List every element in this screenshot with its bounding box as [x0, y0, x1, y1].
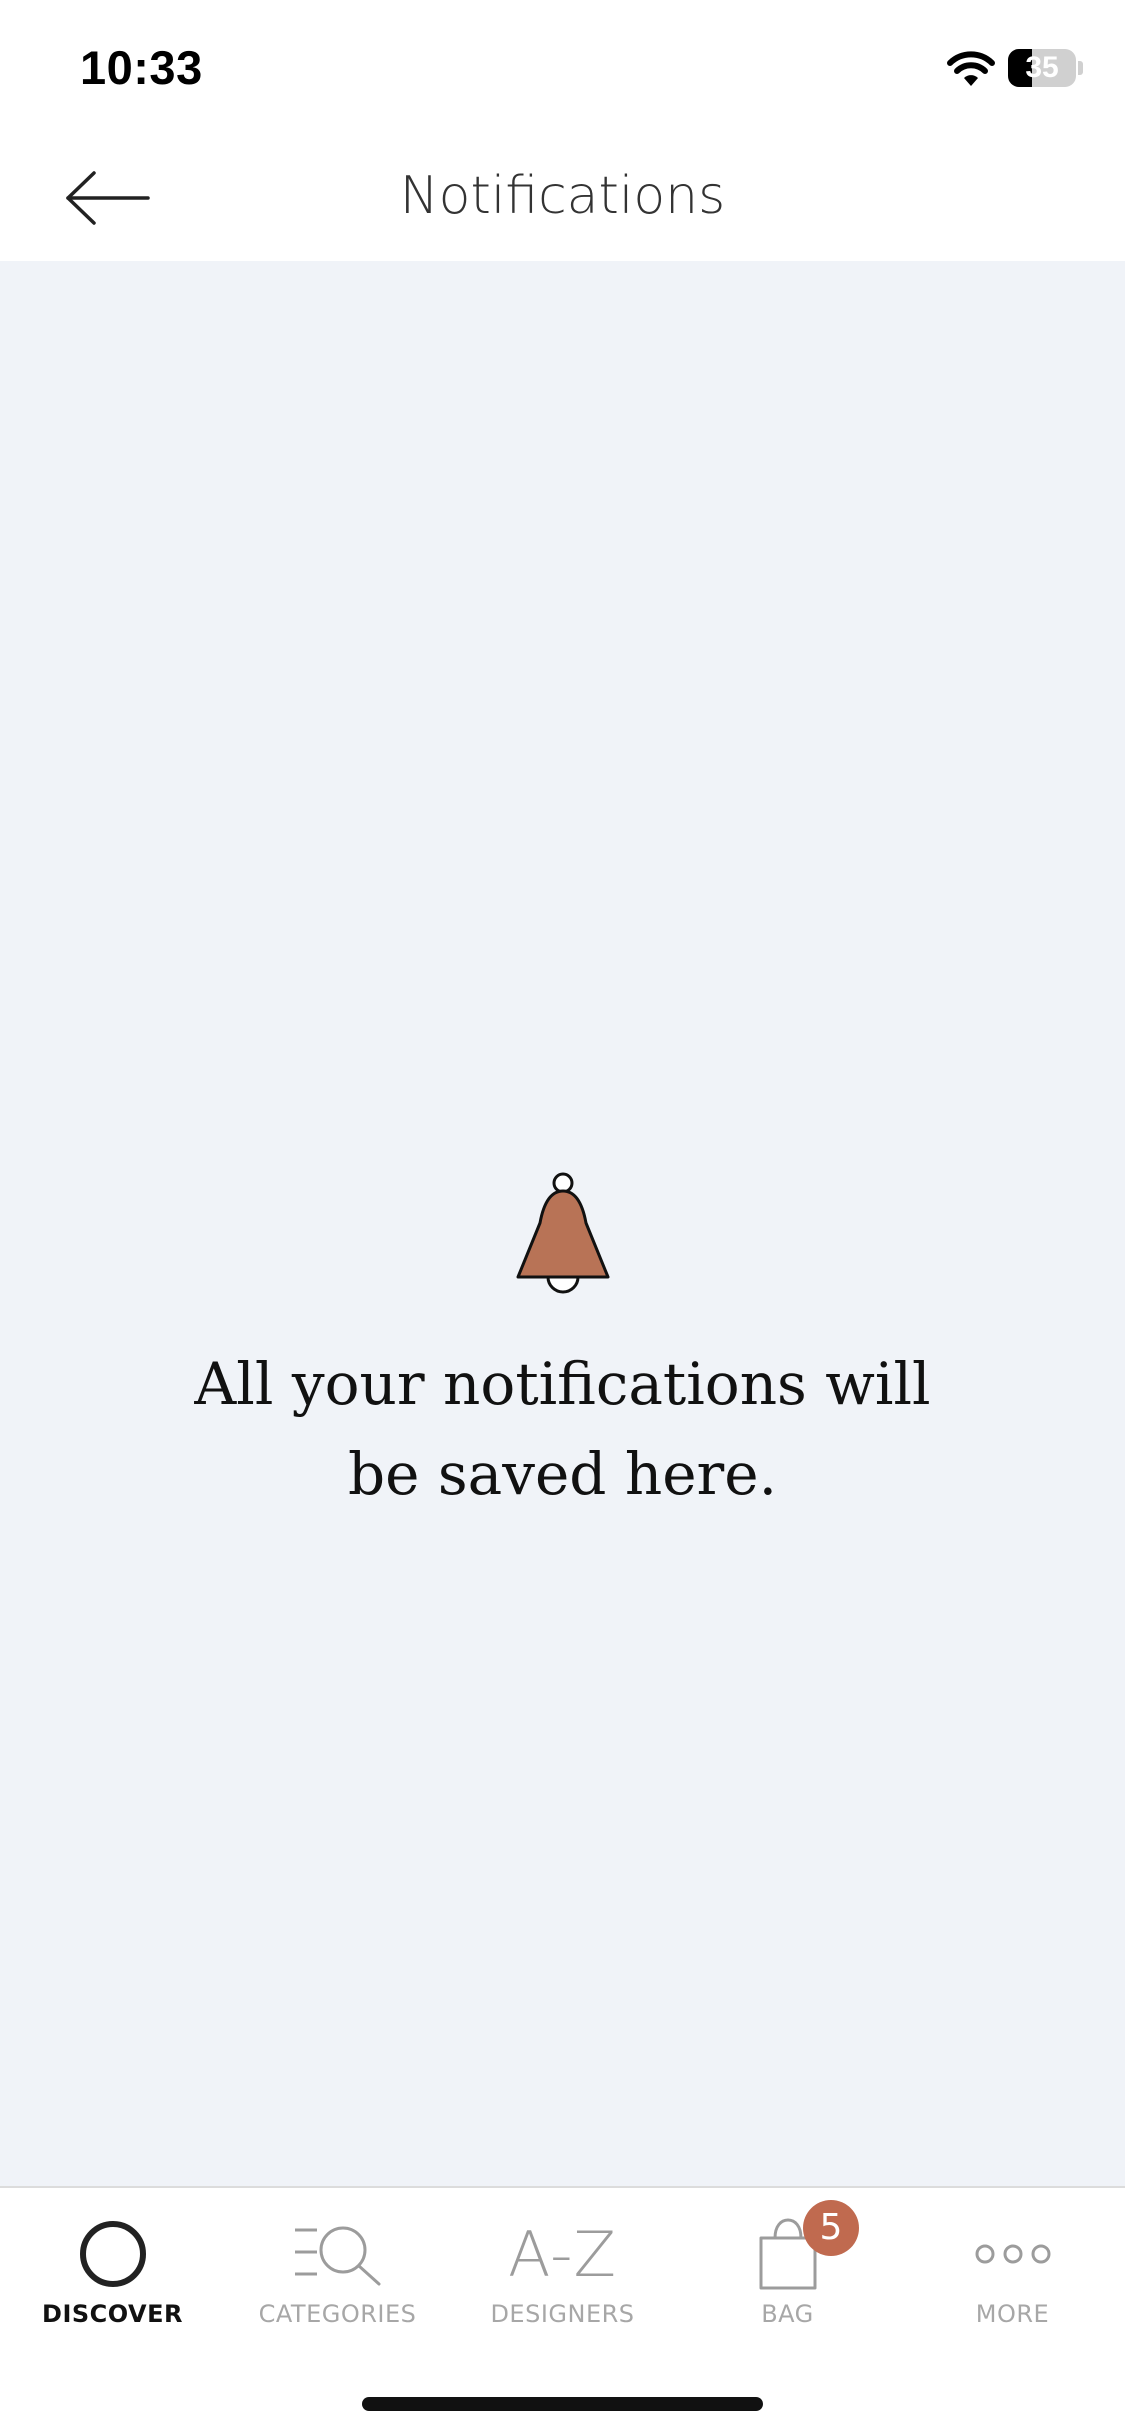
home-indicator: [362, 2397, 763, 2411]
battery-nub: [1078, 61, 1083, 75]
more-dots-icon: [975, 2244, 1050, 2264]
categories-search-icon: [294, 2226, 380, 2286]
tab-more[interactable]: MORE: [900, 2188, 1125, 2348]
circle-icon: [79, 2221, 146, 2287]
tab-label: DISCOVER: [42, 2300, 183, 2328]
battery-level: 35: [1025, 51, 1059, 84]
bell-icon: [516, 1172, 610, 1294]
tab-label: DESIGNERS: [490, 2300, 635, 2328]
a-z-icon: A-Z: [508, 2217, 617, 2291]
status-bar: 10:33 35: [0, 0, 1125, 135]
tab-label: BAG: [761, 2300, 814, 2328]
battery-indicator: 35: [1008, 49, 1076, 87]
status-time: 10:33: [80, 41, 203, 94]
bag-count-badge: 5: [803, 2200, 859, 2256]
tab-discover[interactable]: DISCOVER: [0, 2188, 225, 2348]
tab-label: MORE: [975, 2300, 1050, 2328]
tab-bag[interactable]: 5 BAG: [675, 2188, 900, 2348]
tab-label: CATEGORIES: [258, 2300, 417, 2328]
header: Notifications: [0, 135, 1125, 261]
tab-designers[interactable]: A-Z DESIGNERS: [450, 2188, 675, 2348]
page-title: Notifications: [399, 166, 726, 226]
main-content: All your notifications will be saved her…: [0, 261, 1125, 2186]
empty-state-message: All your notifications will be saved her…: [194, 1350, 931, 1508]
tab-categories[interactable]: CATEGORIES: [225, 2188, 450, 2348]
wifi-icon: [947, 51, 995, 86]
